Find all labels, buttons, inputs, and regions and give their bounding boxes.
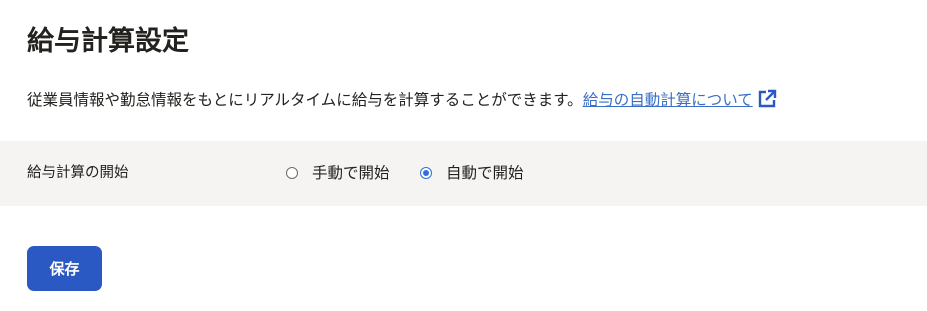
save-button[interactable]: 保存 xyxy=(27,246,102,291)
page-title: 給与計算設定 xyxy=(27,26,189,57)
help-link-label: 給与の自動計算について xyxy=(582,91,753,109)
radio-manual-circle[interactable] xyxy=(286,167,298,179)
description-text: 従業員情報や勤怠情報をもとにリアルタイムに給与を計算することができます。 xyxy=(27,91,583,109)
radio-auto-start[interactable]: 自動で開始 xyxy=(420,161,524,185)
radio-auto-circle[interactable] xyxy=(420,167,432,179)
help-link[interactable]: 給与の自動計算について xyxy=(583,91,753,109)
external-link-icon[interactable] xyxy=(756,88,778,110)
radio-manual-start[interactable]: 手動で開始 xyxy=(286,161,390,185)
payroll-settings-page: 給与計算設定 従業員情報や勤怠情報をもとにリアルタイムに給与を計算することができ… xyxy=(0,0,927,311)
payroll-start-setting-row: 給与計算の開始 手動で開始 自動で開始 xyxy=(0,141,927,206)
radio-manual-label: 手動で開始 xyxy=(312,164,390,182)
setting-label: 給与計算の開始 xyxy=(27,165,129,181)
radio-auto-label: 自動で開始 xyxy=(446,164,524,182)
page-description: 従業員情報や勤怠情報をもとにリアルタイムに給与を計算することができます。給与の自… xyxy=(27,86,778,114)
